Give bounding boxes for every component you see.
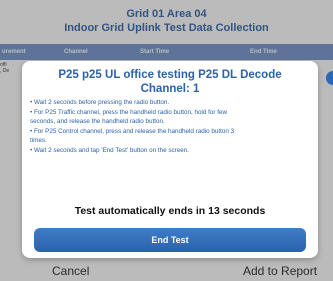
dialog-subtitle: Channel: 1	[140, 83, 200, 95]
instruction-line: • For P25 Control channel, press and rel…	[30, 127, 235, 135]
instruction-line: times.	[30, 137, 47, 145]
instruction-line: • Wait 2 seconds and tap 'End Test' butt…	[30, 146, 189, 154]
instruction-line: seconds, and release the handheld radio …	[30, 118, 165, 126]
instruction-line: • For P25 Traffic channel, press the han…	[30, 108, 228, 116]
countdown-text: Test automatically ends in 13 seconds	[74, 205, 266, 217]
instructions-list: • Wait 2 seconds before pressing the rad…	[30, 98, 312, 156]
test-dialog: P25 p25 UL office testing P25 DL Decode …	[22, 61, 318, 258]
side-indicator-icon	[326, 71, 333, 85]
instruction-line: • Wait 2 seconds before pressing the rad…	[30, 99, 170, 106]
dialog-title-text: P25 p25 UL office testing P25 DL Decode	[58, 69, 282, 81]
end-test-button[interactable]: End Test	[34, 228, 306, 252]
dialog-title: P25 p25 UL office testing P25 DL Decode …	[22, 68, 318, 96]
